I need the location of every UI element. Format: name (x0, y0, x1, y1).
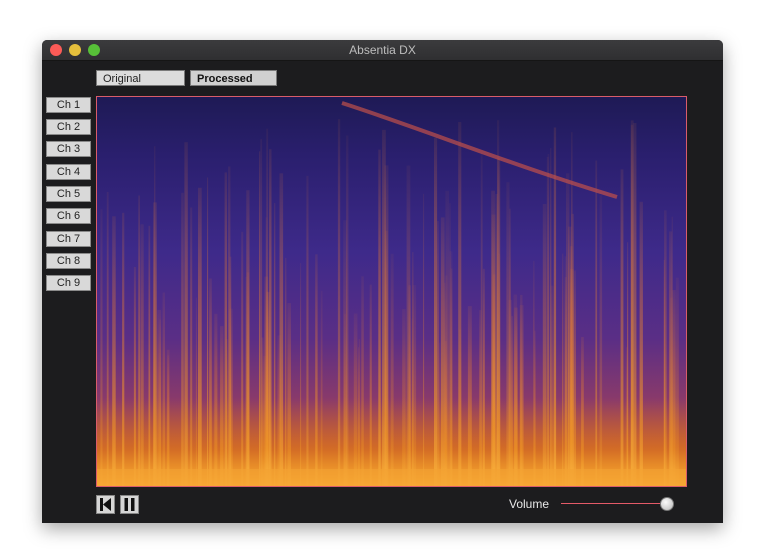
pause-button[interactable] (120, 495, 139, 514)
volume-slider-track[interactable] (561, 503, 668, 504)
processed-view-button[interactable]: Processed (190, 70, 277, 86)
volume-label: Volume (509, 497, 550, 511)
spectrogram-view[interactable] (96, 96, 687, 487)
original-view-button[interactable]: Original (96, 70, 185, 86)
title-bar[interactable]: Absentia DX (42, 40, 723, 61)
skip-to-start-icon (100, 498, 111, 511)
volume-slider-knob[interactable] (659, 497, 674, 511)
channel-button-7[interactable]: Ch 7 (46, 231, 91, 247)
channel-button-9[interactable]: Ch 9 (46, 275, 91, 291)
channel-button-6[interactable]: Ch 6 (46, 208, 91, 224)
pause-icon (124, 498, 135, 511)
app-window: Absentia DX Original Processed Ch 1 Ch 2… (42, 40, 723, 523)
channel-button-2[interactable]: Ch 2 (46, 119, 91, 135)
channel-button-8[interactable]: Ch 8 (46, 253, 91, 269)
rewind-button[interactable] (96, 495, 115, 514)
channel-button-3[interactable]: Ch 3 (46, 141, 91, 157)
channel-button-4[interactable]: Ch 4 (46, 164, 91, 180)
channel-button-1[interactable]: Ch 1 (46, 97, 91, 113)
channel-button-5[interactable]: Ch 5 (46, 186, 91, 202)
window-title: Absentia DX (349, 43, 416, 57)
spectrogram-image (97, 97, 686, 486)
